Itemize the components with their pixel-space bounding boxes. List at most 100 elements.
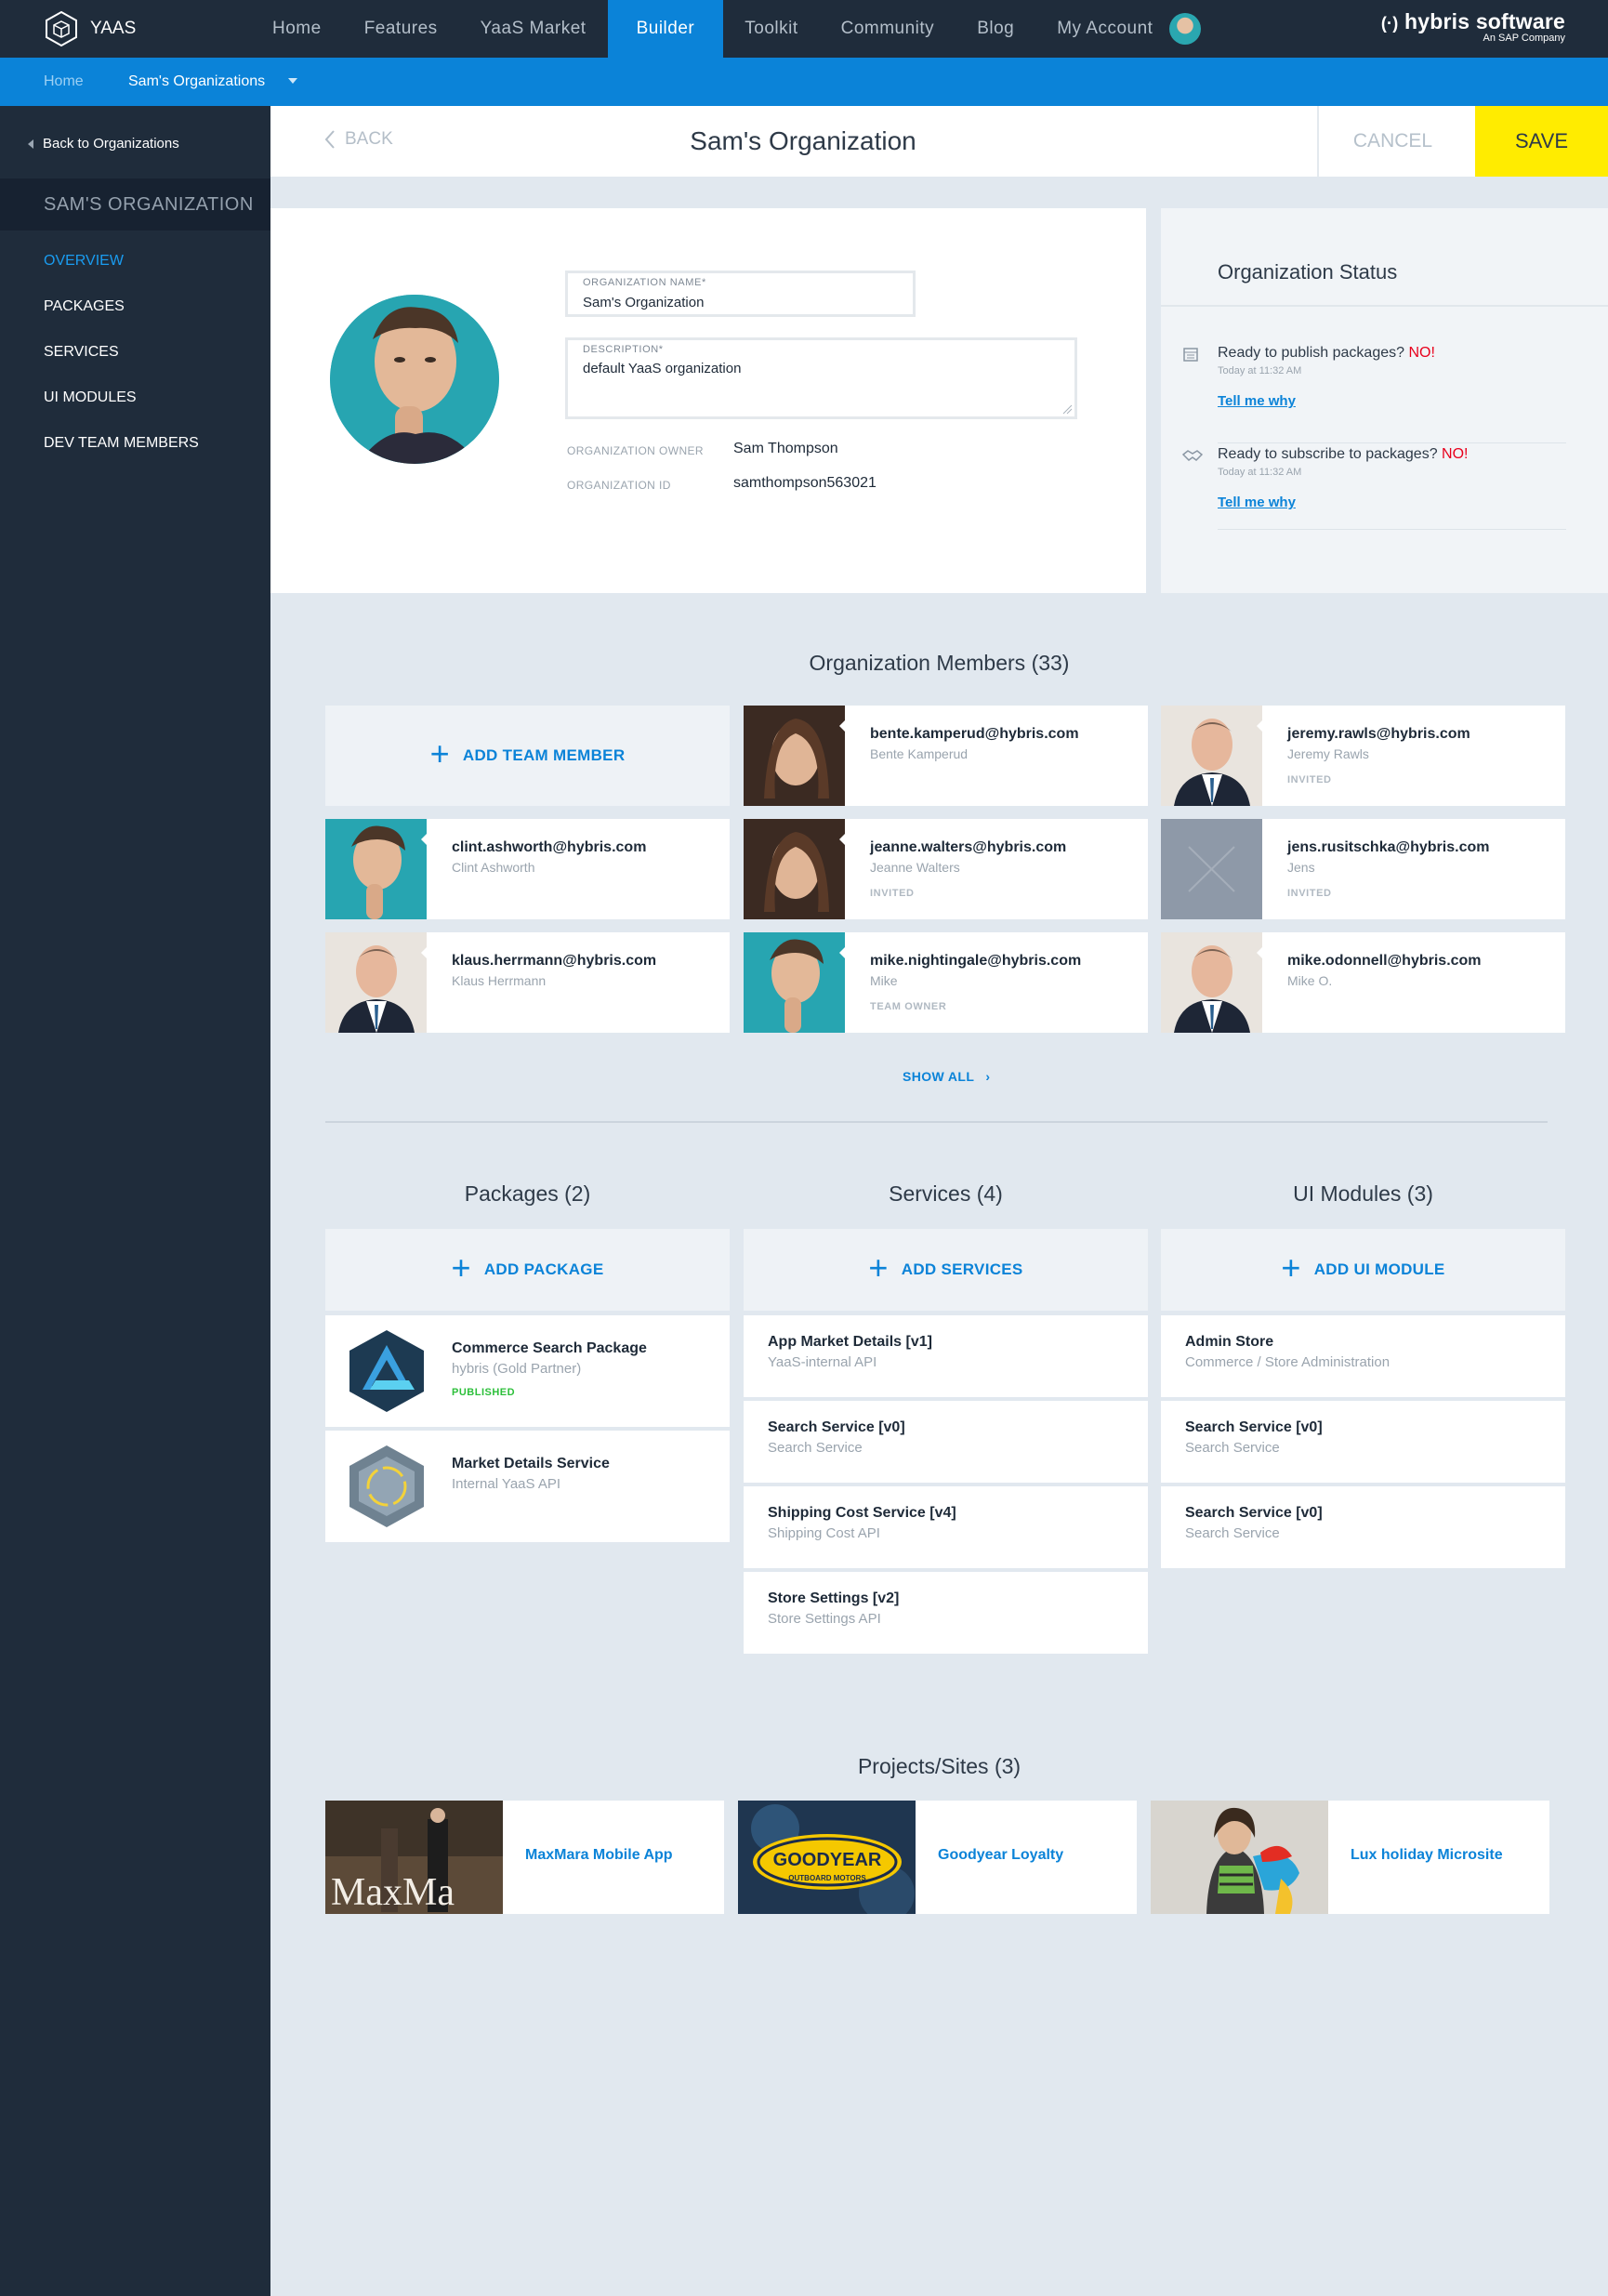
cube-icon (46, 10, 77, 47)
status-title: Organization Status (1218, 260, 1398, 284)
cancel-button[interactable]: CANCEL (1317, 106, 1467, 177)
card-notch (839, 717, 849, 735)
organization-avatar[interactable] (330, 295, 499, 464)
sidebar-org-heading: SAM'S ORGANIZATION (0, 178, 270, 231)
add-package-label: ADD PACKAGE (483, 1260, 604, 1278)
sidebar-item-ui-modules[interactable]: UI MODULES (44, 389, 199, 435)
status-question: Ready to publish packages? (1218, 345, 1405, 361)
card-notch (421, 943, 430, 962)
nav-builder[interactable]: Builder (607, 0, 724, 58)
package-item[interactable]: Market Details Service Internal YaaS API (325, 1431, 730, 1542)
member-email: klaus.herrmann@hybris.com (452, 953, 657, 969)
project-image (1151, 1801, 1328, 1914)
add-team-member-label: ADD TEAM MEMBER (462, 746, 626, 764)
org-id-value: samthompson563021 (733, 475, 876, 491)
status-time: Today at 11:32 AM (1218, 467, 1302, 478)
nav-my-account[interactable]: My Account (1035, 0, 1222, 58)
chevron-down-icon[interactable] (288, 78, 297, 84)
add-services-button[interactable]: + ADD SERVICES (744, 1229, 1148, 1311)
breadcrumb-current[interactable]: Sam's Organizations (128, 58, 265, 106)
organization-name-value[interactable]: Sam's Organization (583, 295, 704, 310)
back-to-organizations-label: Back to Organizations (43, 136, 179, 152)
packages-count: (2) (564, 1181, 591, 1206)
member-card[interactable]: bente.kamperud@hybris.com Bente Kamperud (744, 706, 1148, 806)
back-to-organizations-link[interactable]: Back to Organizations (28, 136, 179, 152)
description-field[interactable]: DESCRIPTION* default YaaS organization (565, 337, 1077, 419)
member-card[interactable]: klaus.herrmann@hybris.com Klaus Herrmann (325, 932, 730, 1033)
ui-module-item[interactable]: Search Service [v0] Search Service (1161, 1401, 1565, 1483)
show-all-label: SHOW ALL (903, 1069, 975, 1084)
member-name: Klaus Herrmann (452, 973, 547, 988)
project-card[interactable]: MaxMa MaxMara Mobile App (325, 1801, 724, 1914)
service-item[interactable]: Store Settings [v2] Store Settings API (744, 1572, 1148, 1654)
service-sub: YaaS-internal API (768, 1354, 877, 1370)
status-time: Today at 11:32 AM (1218, 365, 1302, 376)
nav-yaas-market[interactable]: YaaS Market (459, 0, 608, 58)
member-card[interactable]: jeremy.rawls@hybris.com Jeremy Rawls INV… (1161, 706, 1565, 806)
member-card[interactable]: mike.odonnell@hybris.com Mike O. (1161, 932, 1565, 1033)
member-card[interactable]: jeanne.walters@hybris.com Jeanne Walters… (744, 819, 1148, 919)
service-item[interactable]: App Market Details [v1] YaaS-internal AP… (744, 1315, 1148, 1397)
show-all-link[interactable]: SHOW ALL › (903, 1069, 990, 1084)
plus-icon: + (429, 734, 450, 772)
tell-me-why-link[interactable]: Tell me why (1218, 393, 1566, 409)
card-notch (421, 830, 430, 849)
sidebar-item-dev-team-members[interactable]: DEV TEAM MEMBERS (44, 435, 199, 481)
add-team-member-button[interactable]: + ADD TEAM MEMBER (325, 706, 730, 806)
nav-blog[interactable]: Blog (956, 0, 1035, 58)
module-name: Search Service [v0] (1185, 1505, 1323, 1521)
service-item[interactable]: Search Service [v0] Search Service (744, 1401, 1148, 1483)
account-avatar[interactable] (1169, 12, 1202, 45)
member-photo-placeholder (1161, 819, 1262, 919)
project-name: Lux holiday Microsite (1351, 1847, 1503, 1863)
description-label: DESCRIPTION* (583, 344, 664, 355)
sidebar-item-services[interactable]: SERVICES (44, 344, 199, 389)
yaas-logo[interactable]: YAAS (44, 10, 136, 47)
modules-count: (3) (1406, 1181, 1433, 1206)
member-card[interactable]: jens.rusitschka@hybris.com Jens INVITED (1161, 819, 1565, 919)
breadcrumb: Home Sam's Organizations (0, 58, 1608, 106)
add-ui-module-label: ADD UI MODULE (1313, 1260, 1445, 1278)
nav-my-account-label: My Account (1057, 19, 1153, 38)
organization-name-label: ORGANIZATION NAME* (583, 277, 706, 288)
save-button[interactable]: SAVE (1475, 106, 1608, 177)
sidebar-item-packages[interactable]: PACKAGES (44, 298, 199, 344)
modules-title: UI Modules (3) (1161, 1181, 1565, 1207)
tell-me-why-link[interactable]: Tell me why (1218, 495, 1566, 510)
add-ui-module-button[interactable]: + ADD UI MODULE (1161, 1229, 1565, 1311)
service-item[interactable]: Shipping Cost Service [v4] Shipping Cost… (744, 1486, 1148, 1568)
service-sub: Store Settings API (768, 1611, 881, 1627)
member-email: jeremy.rawls@hybris.com (1287, 726, 1470, 742)
chevron-right-icon: › (985, 1069, 991, 1084)
handshake-icon (1182, 450, 1203, 461)
description-value[interactable]: default YaaS organization (583, 361, 741, 376)
project-card[interactable]: Lux holiday Microsite (1151, 1801, 1549, 1914)
sidebar-item-overview[interactable]: OVERVIEW (44, 253, 199, 298)
nav-toolkit[interactable]: Toolkit (723, 0, 819, 58)
page-header: BACK Sam's Organization CANCEL SAVE (270, 106, 1608, 177)
member-name: Jens (1287, 860, 1315, 875)
nav-community[interactable]: Community (820, 0, 956, 58)
member-card[interactable]: clint.ashworth@hybris.com Clint Ashworth (325, 819, 730, 919)
organization-name-field[interactable]: ORGANIZATION NAME* Sam's Organization (565, 271, 916, 317)
owner-value: Sam Thompson (733, 441, 838, 456)
ui-module-item[interactable]: Search Service [v0] Search Service (1161, 1486, 1565, 1568)
member-card[interactable]: mike.nightingale@hybris.com Mike TEAM OW… (744, 932, 1148, 1033)
member-email: bente.kamperud@hybris.com (870, 726, 1079, 742)
project-name: Goodyear Loyalty (938, 1847, 1064, 1863)
brand-name: hybris software (1404, 9, 1565, 33)
breadcrumb-home[interactable]: Home (44, 58, 84, 106)
service-sub: Search Service (768, 1440, 863, 1456)
ui-module-item[interactable]: Admin Store Commerce / Store Administrat… (1161, 1315, 1565, 1397)
package-sub: hybris (Gold Partner) (452, 1361, 582, 1377)
resize-handle-icon[interactable] (1061, 403, 1073, 415)
nav-features[interactable]: Features (343, 0, 459, 58)
plus-icon: + (451, 1248, 471, 1287)
module-name: Search Service [v0] (1185, 1419, 1323, 1435)
nav-home[interactable]: Home (251, 0, 343, 58)
status-item-subscribe: Ready to subscribe to packages? NO! Toda… (1218, 446, 1566, 510)
add-package-button[interactable]: + ADD PACKAGE (325, 1229, 730, 1311)
brand-icon: (·) (1380, 14, 1399, 33)
package-item[interactable]: Commerce Search Package hybris (Gold Par… (325, 1315, 730, 1427)
project-card[interactable]: GOODYEAR OUTBOARD MOTORS Goodyear Loyalt… (738, 1801, 1137, 1914)
